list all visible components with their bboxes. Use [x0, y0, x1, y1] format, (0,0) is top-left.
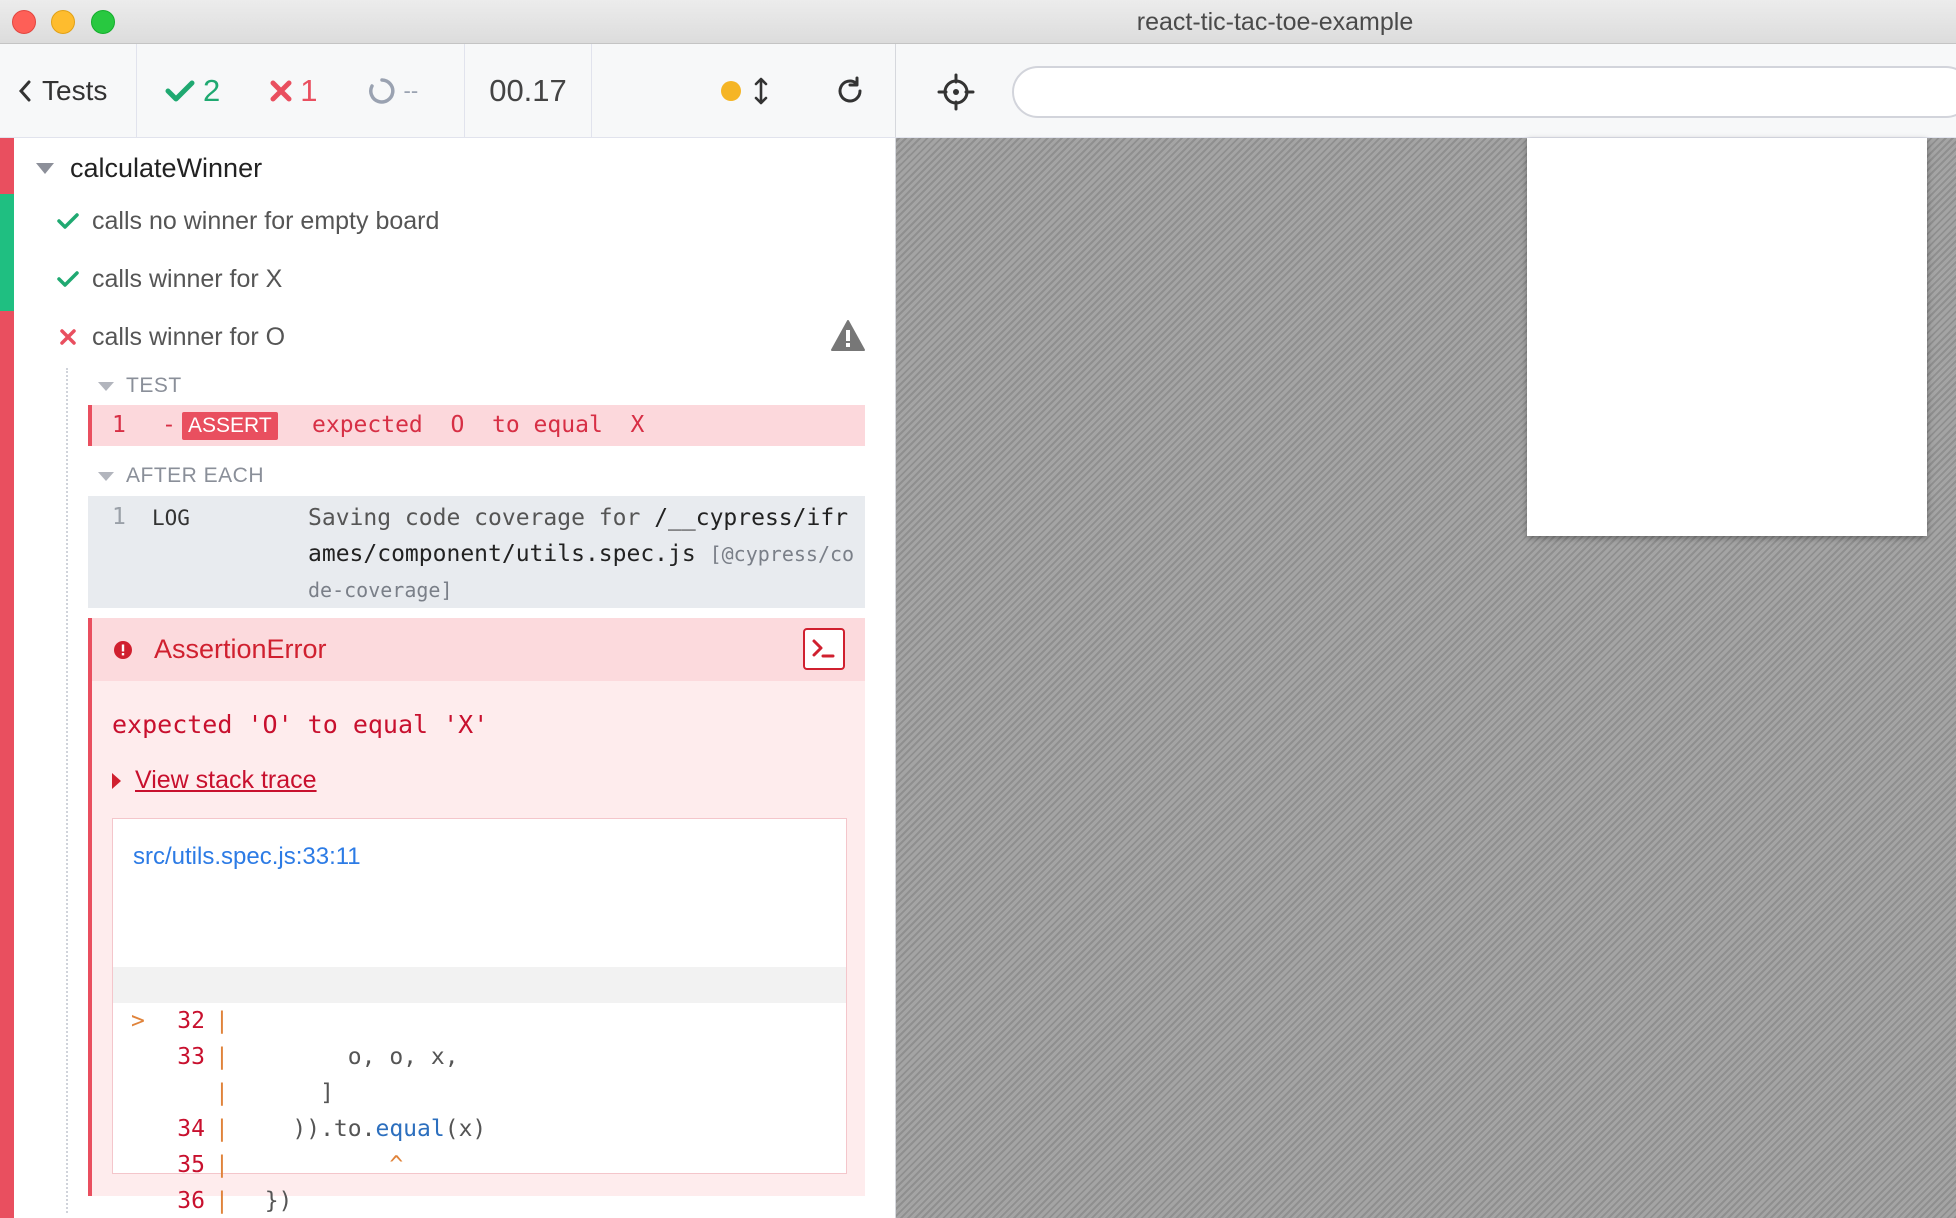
- error-name: AssertionError: [154, 634, 327, 664]
- code-line: 35 | }): [113, 1075, 846, 1214]
- run-duration: 00.17: [465, 43, 592, 138]
- code-line: 32 | ]: [113, 931, 846, 1106]
- code-line: 36 |: [113, 1111, 846, 1214]
- command-message: Saving code coverage for /__cypress/ifra…: [308, 500, 858, 608]
- spinner-icon: [368, 77, 395, 104]
- x-icon: [60, 329, 76, 345]
- error-header: AssertionError: [92, 618, 865, 681]
- test-title: calls no winner for empty board: [92, 206, 440, 235]
- running-indicator-dot: [721, 80, 741, 101]
- code-line: | ^: [113, 1003, 846, 1178]
- exclamation-circle-icon: [114, 641, 132, 659]
- code-frame-lines: 31 | o, o, x, 32 | ] > 33 | )).to.equal(…: [113, 895, 846, 1214]
- rerun-button[interactable]: [835, 76, 865, 106]
- suite-title-text: calculateWinner: [70, 152, 263, 183]
- warning-triangle-icon[interactable]: [830, 319, 866, 353]
- caret-down-icon: [98, 471, 114, 481]
- failed-count-value: 1: [300, 72, 318, 108]
- passed-count-value: 2: [203, 72, 221, 108]
- terminal-icon: [812, 639, 835, 658]
- command-number: 1: [112, 504, 126, 530]
- reporter-controls: [592, 44, 895, 138]
- code-line-caret: ^: [237, 1152, 404, 1178]
- window-titlebar: [0, 0, 1956, 44]
- reporter-header: Tests 2 1 -- 00.17: [0, 43, 895, 138]
- code-frame-file-link[interactable]: src/utils.spec.js:33:11: [133, 843, 361, 871]
- check-icon: [165, 80, 195, 101]
- close-window-button[interactable]: [12, 10, 36, 34]
- command-number: 1: [112, 412, 126, 438]
- test-title: calls winner for X: [92, 264, 283, 293]
- caret-down-icon: [36, 162, 54, 174]
- code-line-highlighted: > 33 | )).to.equal(x): [113, 967, 846, 1142]
- command-name-badge: ASSERT: [182, 412, 278, 440]
- hook-title-text: TEST: [126, 374, 182, 397]
- aut-iframe[interactable]: [1527, 138, 1927, 536]
- auto-scroll-toggle[interactable]: [721, 76, 769, 106]
- command-dash: -: [162, 412, 176, 438]
- command-assert[interactable]: 1 - ASSERT expected O to equal X: [88, 405, 865, 446]
- tests-back-label: Tests: [42, 74, 108, 106]
- command-name: LOG: [152, 506, 190, 530]
- minimize-window-button[interactable]: [51, 10, 75, 34]
- pending-count-value: --: [403, 77, 419, 103]
- code-line: 31 | o, o, x,: [113, 895, 846, 1070]
- log-message-prefix: Saving code coverage for: [308, 505, 655, 531]
- refresh-icon: [838, 76, 862, 102]
- test-item[interactable]: calls winner for X: [56, 259, 282, 299]
- aut-header: [895, 44, 1956, 138]
- command-message: expected O to equal X: [312, 412, 645, 438]
- command-log[interactable]: 1 LOG Saving code coverage for /__cypres…: [88, 496, 865, 608]
- suite-title[interactable]: calculateWinner: [36, 148, 262, 188]
- tests-back-button[interactable]: Tests: [0, 43, 137, 138]
- crosshair-icon[interactable]: [936, 72, 976, 112]
- caret-right-icon: [112, 772, 121, 789]
- tree-guide-line: [66, 368, 68, 1213]
- failed-count[interactable]: 1: [270, 72, 318, 109]
- pending-count[interactable]: --: [368, 77, 419, 105]
- check-icon: [57, 271, 79, 287]
- code-line-source: }): [237, 1188, 293, 1214]
- test-title: calls winner for O: [92, 322, 286, 351]
- zoom-window-button[interactable]: [91, 10, 115, 34]
- test-stats: 2 1 --: [137, 43, 465, 138]
- passed-state-stripe: [0, 194, 14, 311]
- test-item[interactable]: calls no winner for empty board: [56, 201, 439, 241]
- aut-url-field[interactable]: [1012, 66, 1956, 118]
- print-to-console-button[interactable]: [803, 628, 845, 670]
- x-icon: [270, 80, 292, 101]
- hook-title-text: AFTER EACH: [126, 464, 265, 487]
- passed-count[interactable]: 2: [165, 73, 220, 109]
- view-stack-trace-label: View stack trace: [135, 766, 317, 794]
- code-line-number: 36: [177, 1188, 205, 1214]
- vertical-arrows-icon: [754, 77, 768, 104]
- view-stack-trace-link[interactable]: View stack trace: [112, 766, 317, 795]
- caret-down-icon: [98, 381, 114, 391]
- hook-title-after-each[interactable]: AFTER EACH: [98, 464, 264, 488]
- test-item[interactable]: calls winner for O: [56, 317, 866, 357]
- error-message: expected 'O' to equal 'X': [112, 710, 489, 739]
- code-line: 34 | }): [113, 1039, 846, 1214]
- check-icon: [57, 213, 79, 229]
- code-frame: src/utils.spec.js:33:11 31 | o, o, x, 32…: [112, 818, 847, 1214]
- chevron-left-icon: [18, 80, 31, 101]
- hook-title-test[interactable]: TEST: [98, 374, 182, 398]
- reporter-panel: calculateWinner calls no winner for empt…: [0, 138, 895, 1218]
- aut-viewport: [895, 138, 1956, 1218]
